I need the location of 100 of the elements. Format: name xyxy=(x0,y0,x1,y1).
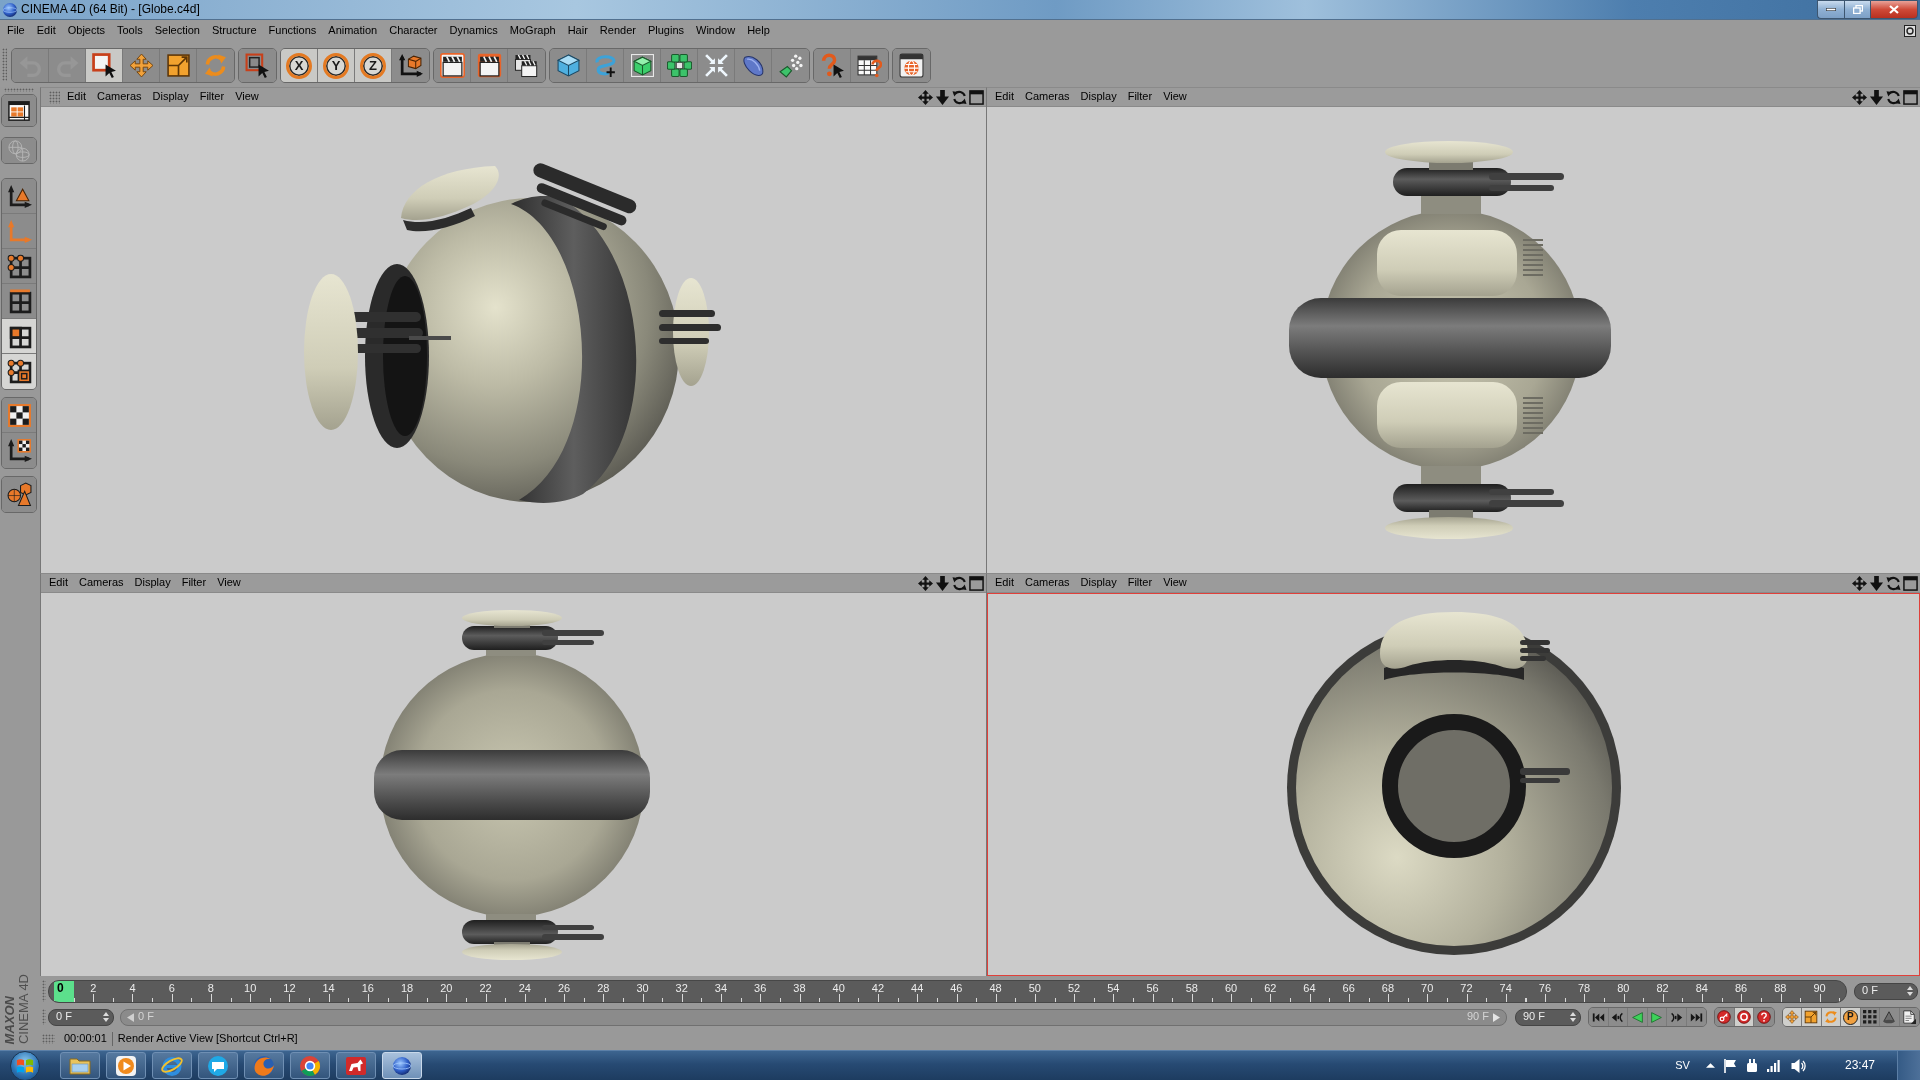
menu-item[interactable]: Selection xyxy=(148,23,206,38)
flag-icon[interactable] xyxy=(1723,1058,1737,1073)
menu-item[interactable]: Functions xyxy=(262,23,323,38)
drag-handle[interactable] xyxy=(42,1009,46,1025)
toolbar-button[interactable] xyxy=(86,49,123,82)
rotate-arrows-icon[interactable] xyxy=(1886,575,1901,591)
taskbar-button[interactable] xyxy=(60,1052,100,1079)
menu-item[interactable]: MoGraph xyxy=(503,23,562,38)
move-arrows-icon[interactable] xyxy=(918,89,933,105)
taskbar-button[interactable] xyxy=(336,1052,376,1079)
down-arrow-icon[interactable] xyxy=(935,575,950,591)
maximize-icon[interactable] xyxy=(1903,575,1918,591)
rotate-arrows-icon[interactable] xyxy=(952,89,967,105)
close-button[interactable] xyxy=(1870,0,1918,19)
menu-item[interactable]: View xyxy=(235,90,259,104)
clock[interactable]: 23:47 xyxy=(1844,1058,1875,1073)
palette-button[interactable] xyxy=(2,179,36,214)
axis-lock-button[interactable]: X xyxy=(281,49,318,82)
menu-item[interactable]: Help xyxy=(741,23,776,38)
start-button[interactable] xyxy=(10,1050,40,1080)
taskbar-button[interactable] xyxy=(106,1052,146,1079)
menu-item[interactable]: Objects xyxy=(61,23,111,38)
menu-item[interactable]: Cameras xyxy=(1024,576,1070,590)
transport-button[interactable] xyxy=(1608,1008,1628,1026)
move-arrows-icon[interactable] xyxy=(1852,89,1867,105)
axis-lock-button[interactable]: Y xyxy=(318,49,355,82)
palette-button[interactable] xyxy=(2,95,36,126)
maximize-icon[interactable] xyxy=(1903,89,1918,105)
axis-lock-button[interactable]: Z xyxy=(355,49,392,82)
maximize-icon[interactable] xyxy=(969,89,984,105)
menu-item[interactable]: Filter xyxy=(199,90,225,104)
toolbar-button[interactable] xyxy=(550,49,587,82)
move-arrows-icon[interactable] xyxy=(1852,575,1867,591)
menu-item[interactable]: Display xyxy=(1080,576,1117,590)
record-button[interactable] xyxy=(1734,1008,1754,1026)
language-indicator[interactable]: SV xyxy=(1675,1058,1690,1073)
restore-button[interactable] xyxy=(1844,0,1870,19)
menu-item[interactable]: Dynamics xyxy=(443,23,504,38)
menu-item[interactable]: Window xyxy=(690,23,742,38)
menu-item[interactable]: Render xyxy=(593,23,642,38)
playhead[interactable]: 0 xyxy=(54,980,74,1002)
drag-handle[interactable] xyxy=(4,88,34,92)
record-button[interactable] xyxy=(1754,1008,1774,1026)
menu-item[interactable]: Character xyxy=(383,23,444,38)
up-arrow-icon[interactable] xyxy=(1705,1063,1715,1068)
toolbar-button[interactable] xyxy=(893,49,930,82)
menu-item[interactable]: View xyxy=(1163,576,1187,590)
toolbar-button[interactable] xyxy=(239,49,276,82)
menu-item[interactable]: Hair xyxy=(561,23,594,38)
minimize-button[interactable] xyxy=(1817,0,1844,19)
down-arrow-icon[interactable] xyxy=(1869,575,1884,591)
menu-item[interactable]: Display xyxy=(1080,90,1117,104)
menu-item[interactable]: Edit xyxy=(67,90,86,104)
menu-item[interactable]: Filter xyxy=(181,576,207,590)
frame-field[interactable]: 0 F xyxy=(1854,982,1918,1000)
drag-handle[interactable] xyxy=(2,48,7,81)
menu-item[interactable]: Cameras xyxy=(78,576,124,590)
parameter-key-button[interactable]: P xyxy=(1841,1008,1861,1026)
rotate-arrows-icon[interactable] xyxy=(1886,89,1901,105)
menu-item[interactable]: Structure xyxy=(205,23,263,38)
down-arrow-icon[interactable] xyxy=(935,89,950,105)
menu-item[interactable]: Filter xyxy=(1127,90,1153,104)
palette-button[interactable] xyxy=(2,354,36,389)
menu-item[interactable]: View xyxy=(1163,90,1187,104)
menu-item[interactable]: Display xyxy=(134,576,171,590)
frame-field[interactable]: 0 F xyxy=(48,1008,114,1026)
maximize-icon[interactable] xyxy=(969,575,984,591)
timeline-ruler[interactable]: 0 2 4 6 8 10 12 14 16 18 20 22 24 26 28 30 32 34 36 38 40 42 44 46 48 50 52 54 56 58 60 62 64 66 68 70 72 74 76 78 80 82 84 86 88 90 xyxy=(48,979,1847,1003)
speaker-icon[interactable] xyxy=(1790,1058,1806,1073)
menu-item[interactable]: Cameras xyxy=(1024,90,1070,104)
taskbar-button[interactable] xyxy=(290,1052,330,1079)
transport-button[interactable] xyxy=(1589,1008,1609,1026)
move-arrows-icon[interactable] xyxy=(918,575,933,591)
menu-item[interactable]: Edit xyxy=(30,23,62,38)
drag-handle[interactable] xyxy=(42,1034,55,1044)
menu-item[interactable]: Edit xyxy=(49,576,68,590)
palette-button[interactable] xyxy=(2,319,36,354)
palette-button[interactable] xyxy=(2,398,36,433)
record-button[interactable] xyxy=(1715,1008,1735,1026)
menu-item[interactable]: Tools xyxy=(111,23,149,38)
menu-item[interactable]: File xyxy=(1,23,31,38)
drag-handle[interactable] xyxy=(42,980,46,1002)
toolbar-button[interactable] xyxy=(434,49,471,82)
menu-item[interactable]: View xyxy=(217,576,241,590)
taskbar-button[interactable] xyxy=(152,1052,192,1079)
rotate-arrows-icon[interactable] xyxy=(952,575,967,591)
drag-handle[interactable] xyxy=(49,90,60,104)
signal-bars-icon[interactable] xyxy=(1766,1059,1782,1072)
menu-item[interactable]: Edit xyxy=(995,90,1014,104)
taskbar-button[interactable] xyxy=(198,1052,238,1079)
toolbar-button[interactable] xyxy=(814,49,851,82)
menu-item[interactable]: Display xyxy=(152,90,189,104)
menu-item[interactable]: Plugins xyxy=(641,23,690,38)
frame-field[interactable]: 90 F xyxy=(1515,1008,1581,1026)
plug-icon[interactable] xyxy=(1745,1058,1758,1073)
down-arrow-icon[interactable] xyxy=(1869,89,1884,105)
menu-item[interactable]: Cameras xyxy=(96,90,142,104)
menu-item[interactable]: Edit xyxy=(995,576,1014,590)
menu-item[interactable]: Filter xyxy=(1127,576,1153,590)
menu-item[interactable]: Animation xyxy=(322,23,384,38)
